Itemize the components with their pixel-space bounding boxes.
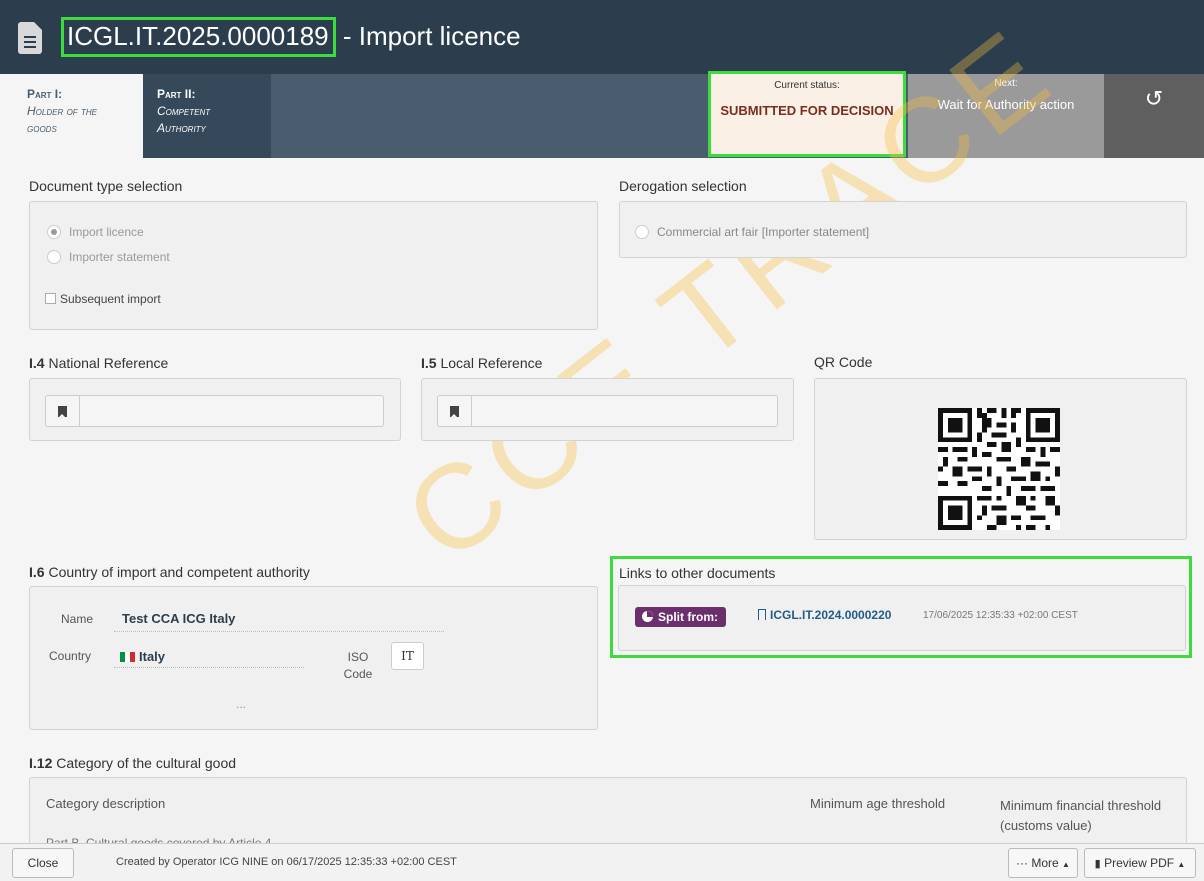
bookmark-icon [450,406,459,418]
local-reference-input[interactable] [437,395,778,427]
caret-up-icon: ▲ [1177,860,1186,869]
links-panel: Split from: ICGL.IT.2024.0000220 17/06/2… [618,585,1186,651]
radio-unselected-icon [635,225,649,239]
country-panel: Name Test CCA ICG Italy Country Italy IS… [29,586,598,730]
next-step-box: Next: Wait for Authority action [908,74,1104,158]
authority-name-value: Test CCA ICG Italy [122,611,236,626]
linked-document-date: 17/06/2025 12:35:33 +02:00 CEST [923,610,1078,621]
local-reference-addon [438,396,472,426]
document-icon [18,22,42,54]
country-section-heading: I.6 Country of import and competent auth… [29,564,310,580]
file-icon: ▮ [1094,858,1101,870]
subsequent-import-label: Subsequent import [60,292,161,306]
linked-document-link[interactable]: ICGL.IT.2024.0000220 [758,608,891,622]
tab-part-1-name: Holder of the goods [27,104,98,135]
tab-part-1[interactable]: Part I: Holder of the goods [13,74,143,158]
current-status-box: Current status: SUBMITTED FOR DECISION [708,71,906,157]
document-type-panel: Import licence Importer statement Subseq… [29,201,598,330]
next-step-label: Next: [994,78,1018,89]
created-by-text: Created by Operator ICG NINE on 06/17/20… [116,856,457,868]
page-title: ICGL.IT.2025.0000189 - Import licence [61,17,521,57]
national-reference-addon [46,396,80,426]
national-reference-input[interactable] [45,395,384,427]
document-reference: ICGL.IT.2025.0000189 [61,17,336,57]
tab-part-1-number: Part I: [27,87,63,101]
next-step-value: Wait for Authority action [937,97,1075,112]
country-underline [114,667,304,668]
tab-part-2-name: Competent Authority [157,104,211,135]
current-status-label: Current status: [774,80,840,91]
national-reference-panel [29,378,401,441]
local-reference-number: I.5 [421,355,437,371]
radio-import-licence-label: Import licence [69,225,144,239]
split-from-badge: Split from: [635,607,726,627]
tab-part-2[interactable]: Part II: Competent Authority [143,74,271,158]
subsequent-import-checkbox[interactable]: Subsequent import [45,292,161,306]
more-button-label: ··· More [1016,856,1059,870]
caret-up-icon: ▲ [1062,860,1070,869]
national-reference-heading: I.4 National Reference [29,355,168,371]
links-heading: Links to other documents [619,565,776,581]
name-label: Name [61,612,94,626]
country-name: Italy [139,649,166,664]
qr-code-panel [814,378,1187,540]
category-number: I.12 [29,755,53,771]
document-type-heading: Document type selection [29,178,183,194]
links-section: Links to other documents Split from: ICG… [610,556,1192,658]
preview-pdf-button[interactable]: ▮ Preview PDF ▲ [1084,848,1196,878]
country-section-label: Country of import and competent authorit… [44,564,310,580]
history-icon: ↺ [1144,86,1164,111]
country-section-number: I.6 [29,564,45,580]
more-button[interactable]: ··· More ▲ [1008,848,1078,878]
category-description-header: Category description [46,796,166,811]
preview-pdf-label: Preview PDF [1104,856,1175,870]
qr-code-image [938,408,1060,530]
document-type-title: - Import licence [335,21,521,51]
pie-chart-icon [642,611,653,622]
derogation-heading: Derogation selection [619,178,747,194]
tab-part-2-number: Part II: [157,87,196,101]
bookmark-outline-icon [758,609,766,620]
min-age-header: Minimum age threshold [810,796,946,811]
local-reference-label: Local Reference [436,355,543,371]
local-reference-panel [421,378,794,441]
national-reference-label: National Reference [44,355,169,371]
derogation-option-label: Commercial art fair [657,225,759,239]
name-underline [114,631,444,632]
min-financial-header: Minimum financial threshold (customs val… [1000,798,1162,833]
radio-importer-statement-label: Importer statement [69,250,170,264]
checkbox-icon [45,293,56,304]
history-button[interactable]: ↺ [1104,74,1204,158]
iso-code-label: ISO Code [343,650,373,681]
qr-code-heading: QR Code [814,354,873,370]
iso-code-value: IT [391,642,424,670]
radio-commercial-art-fair[interactable]: Commercial art fair [Importer statement] [635,225,869,239]
title-bar: ICGL.IT.2025.0000189 - Import licence [0,0,1204,74]
national-reference-number: I.4 [29,355,45,371]
footer-bar: Close Created by Operator ICG NINE on 06… [0,843,1204,881]
linked-document-ref: ICGL.IT.2024.0000220 [770,608,892,622]
radio-selected-icon [47,225,61,239]
category-heading: I.12 Category of the cultural good [29,755,236,771]
country-label: Country [49,649,92,663]
derogation-panel: Commercial art fair [Importer statement] [619,201,1187,258]
current-status-value: SUBMITTED FOR DECISION [720,103,894,118]
local-reference-heading: I.5 Local Reference [421,355,542,371]
tabs-bar: Part I: Holder of the goods Part II: Com… [13,71,1204,158]
derogation-option-suffix: [Importer statement] [758,225,870,239]
radio-unselected-icon [47,250,61,264]
radio-import-licence[interactable]: Import licence [47,225,144,239]
italy-flag-icon [120,652,135,662]
more-fields-ellipsis[interactable]: ... [236,697,246,711]
bookmark-icon [58,406,67,418]
split-from-label: Split from: [658,610,718,624]
country-value: Italy [120,649,165,664]
radio-importer-statement[interactable]: Importer statement [47,250,170,264]
close-button[interactable]: Close [12,848,74,878]
category-label: Category of the cultural good [52,755,237,771]
